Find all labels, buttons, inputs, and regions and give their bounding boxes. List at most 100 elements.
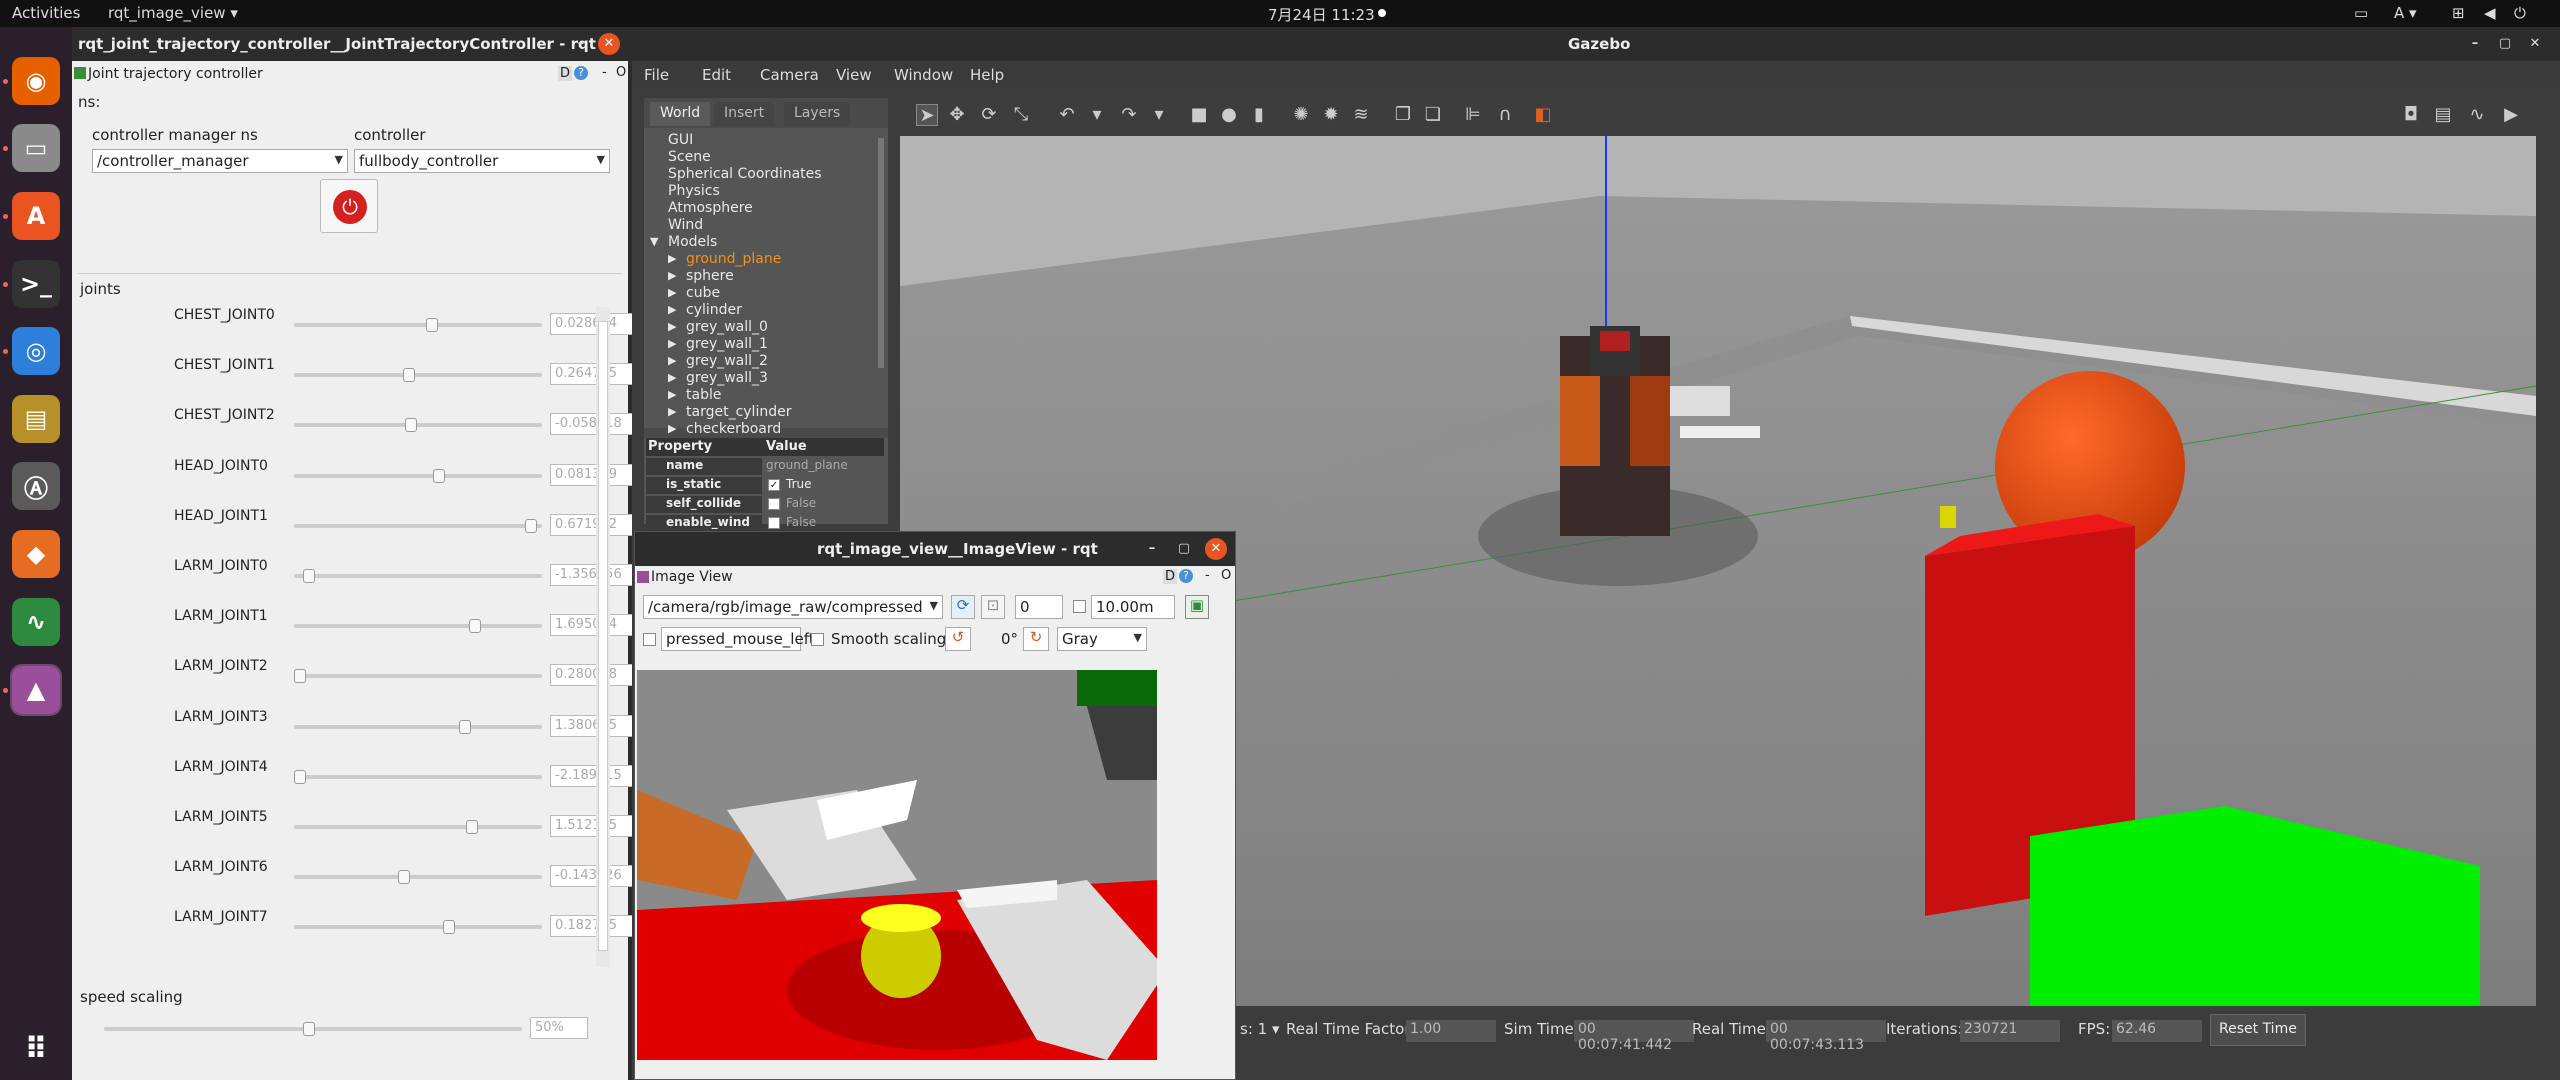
jtc-titlebar[interactable]: rqt_joint_trajectory_controller__JointTr… (72, 27, 628, 61)
redo-dropdown-icon[interactable]: ▾ (1148, 104, 1170, 126)
slider-thumb[interactable] (294, 669, 306, 684)
expand-right-icon[interactable]: ▶ (668, 252, 676, 265)
steps-label[interactable]: s: 1 ▾ (1240, 1020, 1279, 1038)
directional-light-icon[interactable]: ≋ (1350, 104, 1372, 126)
slider-thumb[interactable] (303, 1022, 315, 1036)
mouse-topic-checkbox[interactable] (643, 633, 656, 646)
enable-controller-button[interactable]: ⏻ (320, 179, 378, 233)
minimize-plugin-icon[interactable]: - (602, 65, 607, 80)
joint-slider[interactable] (294, 468, 542, 483)
show-apps-icon[interactable]: ⠿ (12, 1025, 60, 1073)
tree-model-item[interactable]: ground_plane (686, 251, 781, 267)
tree-item[interactable]: Atmosphere (668, 200, 753, 216)
slider-thumb[interactable] (433, 468, 445, 483)
joint-slider[interactable] (294, 820, 542, 834)
expand-down-icon[interactable]: ▼ (650, 235, 658, 248)
align-icon[interactable]: ⊫ (1462, 104, 1484, 126)
box-icon[interactable]: ■ (1188, 104, 1210, 126)
property-value[interactable]: False (786, 515, 816, 529)
copy-icon[interactable]: ❐ (1392, 104, 1414, 126)
controller-manager-select[interactable]: /controller_manager ▼ (92, 149, 348, 173)
minimize-icon[interactable]: – (2464, 33, 2486, 55)
joint-slider[interactable] (294, 318, 542, 332)
max-range-spinbox[interactable]: 10.00m (1091, 595, 1175, 619)
menu-help[interactable]: Help (970, 66, 1004, 84)
joint-slider[interactable] (294, 569, 542, 583)
expand-right-icon[interactable]: ▶ (668, 337, 676, 350)
joint-slider[interactable] (294, 719, 542, 734)
tree-model-item[interactable]: grey_wall_2 (686, 353, 768, 369)
rotate-right-icon[interactable]: ↻ (1023, 627, 1049, 651)
close-plugin-icon[interactable]: O (1221, 568, 1231, 583)
close-plugin-icon[interactable]: O (616, 65, 626, 80)
save-icon[interactable]: ▣ (1185, 595, 1209, 619)
point-light-icon[interactable]: ✺ (1290, 104, 1312, 126)
view-angle-icon[interactable]: ◧ (1532, 104, 1554, 126)
speed-slider[interactable] (104, 1022, 522, 1036)
sphere-icon[interactable]: ● (1218, 104, 1240, 126)
joint-slider[interactable] (294, 619, 542, 634)
scrollbar-thumb[interactable] (598, 321, 608, 951)
slider-thumb[interactable] (426, 318, 438, 332)
property-checkbox[interactable] (768, 498, 780, 510)
dock-firefox-icon[interactable]: ◉ (12, 57, 60, 105)
tree-model-item[interactable]: target_cylinder (686, 404, 791, 420)
app-menu[interactable]: rqt_image_view ▾ (108, 4, 238, 22)
screen-icon[interactable]: ▭ (2354, 4, 2368, 22)
joint-slider[interactable] (294, 418, 542, 433)
reset-time-button[interactable]: Reset Time (2210, 1014, 2306, 1046)
paste-icon[interactable]: ❏ (1422, 104, 1444, 126)
snap-icon[interactable]: ∩ (1494, 104, 1516, 126)
tree-item[interactable]: Spherical Coordinates (668, 166, 822, 182)
dock-software-icon[interactable]: A (12, 192, 60, 240)
minimize-plugin-icon[interactable]: - (1205, 568, 1210, 583)
help-icon[interactable]: ? (1179, 569, 1193, 583)
help-icon[interactable]: ? (574, 66, 588, 80)
mouse-topic-input[interactable]: pressed_mouse_left (661, 627, 815, 651)
property-value[interactable]: ground_plane (766, 458, 848, 472)
topic-select[interactable]: /camera/rgb/image_raw/compressed ▼ (643, 595, 943, 619)
slider-thumb[interactable] (398, 870, 410, 885)
tab-insert[interactable]: Insert (714, 102, 775, 126)
plot-icon[interactable]: ∿ (2466, 104, 2488, 126)
refresh-icon[interactable]: ⟳ (951, 595, 975, 619)
record-icon[interactable]: ▤ (2432, 104, 2454, 126)
minimize-icon[interactable]: – (1141, 538, 1163, 560)
power-icon[interactable]: ⏻ (2514, 4, 2526, 22)
translate-icon[interactable]: ✥ (946, 104, 968, 126)
tree-item[interactable]: Wind (668, 217, 703, 233)
slider-thumb[interactable] (403, 368, 415, 383)
close-icon[interactable]: ✕ (598, 33, 620, 55)
tree-model-item[interactable]: cube (686, 285, 720, 301)
tab-world[interactable]: World (650, 102, 711, 126)
menu-window[interactable]: Window (894, 66, 953, 84)
joints-scrollbar[interactable] (596, 307, 610, 967)
network-icon[interactable]: ⊞ (2452, 4, 2465, 22)
joint-slider[interactable] (294, 368, 542, 383)
joint-slider[interactable] (294, 518, 542, 533)
property-checkbox[interactable] (768, 517, 780, 529)
tree-model-item[interactable]: sphere (686, 268, 734, 284)
menu-view[interactable]: View (836, 66, 872, 84)
tree-model-item[interactable]: checkerboard (686, 421, 781, 437)
minimize-icon[interactable]: – (570, 33, 592, 55)
close-icon[interactable]: ✕ (2524, 33, 2546, 55)
slider-thumb[interactable] (303, 569, 315, 583)
maximize-icon[interactable]: ▢ (1173, 538, 1195, 560)
slider-thumb[interactable] (466, 820, 478, 834)
close-icon[interactable]: ✕ (1205, 538, 1227, 560)
expand-right-icon[interactable]: ▶ (668, 371, 676, 384)
tree-model-item[interactable]: table (686, 387, 721, 403)
joint-slider[interactable] (294, 769, 542, 784)
slider-thumb[interactable] (459, 719, 471, 734)
select-arrow-icon[interactable]: ➤ (916, 104, 938, 126)
slider-thumb[interactable] (294, 769, 306, 784)
tree-item[interactable]: Physics (668, 183, 720, 199)
zoom-icon[interactable]: ⊡ (981, 595, 1005, 619)
undo-dropdown-icon[interactable]: ▾ (1086, 104, 1108, 126)
clock[interactable]: 7月24日 11:23 (1268, 4, 1375, 25)
tree-model-item[interactable]: cylinder (686, 302, 742, 318)
rotate-left-icon[interactable]: ↺ (945, 627, 971, 651)
speed-scaling-spinbox[interactable]: 50% (530, 1017, 588, 1039)
volume-icon[interactable]: ◀ (2484, 4, 2496, 22)
